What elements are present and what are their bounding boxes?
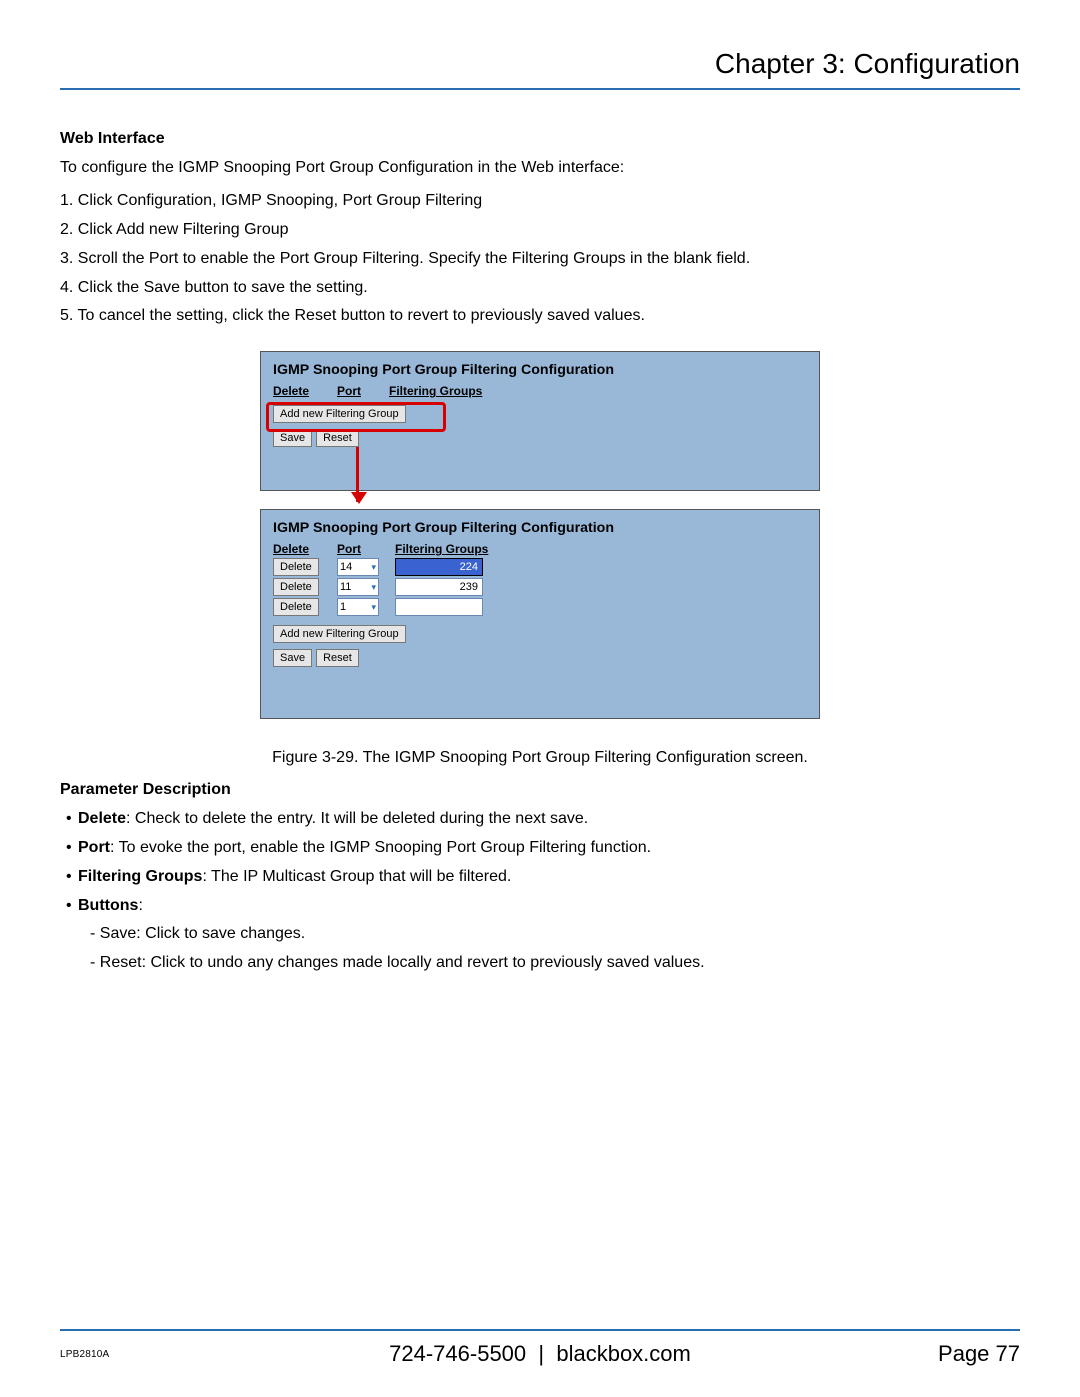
page-number: Page 77 [938, 1341, 1020, 1367]
col-delete: Delete [273, 384, 329, 398]
parameter-item: •Delete: Check to delete the entry. It w… [60, 805, 1020, 834]
filtering-group-input[interactable]: 224 [395, 558, 483, 576]
port-value: 1 [340, 601, 346, 613]
chevron-down-icon: ▾ [371, 602, 376, 613]
highlight-arrow [356, 447, 359, 502]
step-item: 3. Scroll the Port to enable the Port Gr… [60, 245, 1020, 274]
add-filtering-group-button[interactable]: Add new Filtering Group [273, 625, 406, 643]
reset-button[interactable]: Reset [316, 649, 359, 667]
col-port: Port [337, 384, 381, 398]
sub-item: - Save: Click to save changes. [90, 920, 1020, 949]
panel-heading: IGMP Snooping Port Group Filtering Confi… [273, 362, 807, 378]
footer-contact: 724-746-5500 | blackbox.com [60, 1341, 1020, 1367]
chevron-down-icon: ▾ [371, 582, 376, 593]
filtering-group-input[interactable] [395, 598, 483, 616]
step-item: 2. Click Add new Filtering Group [60, 216, 1020, 245]
sub-item: - Reset: Click to undo any changes made … [90, 949, 1020, 978]
port-value: 11 [340, 581, 351, 593]
param-desc: : Check to delete the entry. It will be … [126, 810, 588, 827]
parameter-item: •Buttons: [60, 892, 1020, 921]
step-item: 1. Click Configuration, IGMP Snooping, P… [60, 187, 1020, 216]
config-table: Delete Port Filtering Groups Delete 14▾ … [273, 542, 807, 616]
delete-row-button[interactable]: Delete [273, 558, 319, 576]
param-term: Filtering Groups [78, 868, 202, 885]
config-panel-empty: IGMP Snooping Port Group Filtering Confi… [260, 351, 820, 491]
port-select[interactable]: 11 ▾ [337, 578, 379, 596]
config-table-header: Delete Port Filtering Groups [273, 384, 807, 398]
chapter-title: Chapter 3: Configuration [60, 48, 1020, 90]
col-filtering-groups: Filtering Groups [395, 542, 495, 556]
delete-row-button[interactable]: Delete [273, 578, 319, 596]
section-title-parameter-description: Parameter Description [60, 781, 1020, 799]
page-footer: LPB2810A 724-746-5500 | blackbox.com Pag… [60, 1329, 1020, 1367]
param-term: Delete [78, 810, 126, 827]
save-button[interactable]: Save [273, 649, 312, 667]
col-port: Port [337, 542, 387, 556]
highlight-box [266, 402, 446, 432]
intro-lead: To configure the IGMP Snooping Port Grou… [60, 154, 1020, 181]
figure-wrap: IGMP Snooping Port Group Filtering Confi… [60, 351, 1020, 719]
col-delete: Delete [273, 542, 329, 556]
parameter-item: •Port: To evoke the port, enable the IGM… [60, 834, 1020, 863]
panel-heading: IGMP Snooping Port Group Filtering Confi… [273, 520, 807, 536]
port-select[interactable]: 1▾ [337, 598, 379, 616]
model-number: LPB2810A [60, 1349, 109, 1360]
filtering-group-input[interactable]: 239 [395, 578, 483, 596]
param-desc: : The IP Multicast Group that will be fi… [202, 868, 511, 885]
step-item: 5. To cancel the setting, click the Rese… [60, 302, 1020, 331]
port-select[interactable]: 14 ▾ [337, 558, 379, 576]
param-desc: : To evoke the port, enable the IGMP Sno… [110, 839, 651, 856]
parameter-item: •Filtering Groups: The IP Multicast Grou… [60, 863, 1020, 892]
step-item: 4. Click the Save button to save the set… [60, 274, 1020, 303]
chevron-down-icon: ▾ [371, 562, 376, 573]
param-term: Buttons [78, 897, 138, 914]
button-sub-list: - Save: Click to save changes. - Reset: … [90, 920, 1020, 978]
param-desc: : [138, 897, 142, 914]
config-panel-populated: IGMP Snooping Port Group Filtering Confi… [260, 509, 820, 719]
section-title-web-interface: Web Interface [60, 130, 1020, 148]
port-value: 14 [340, 561, 352, 573]
parameter-list: •Delete: Check to delete the entry. It w… [60, 805, 1020, 978]
param-term: Port [78, 839, 110, 856]
delete-row-button[interactable]: Delete [273, 598, 319, 616]
col-filtering-groups: Filtering Groups [389, 384, 509, 398]
figure-caption: Figure 3-29. The IGMP Snooping Port Grou… [60, 749, 1020, 767]
step-list: 1. Click Configuration, IGMP Snooping, P… [60, 187, 1020, 331]
